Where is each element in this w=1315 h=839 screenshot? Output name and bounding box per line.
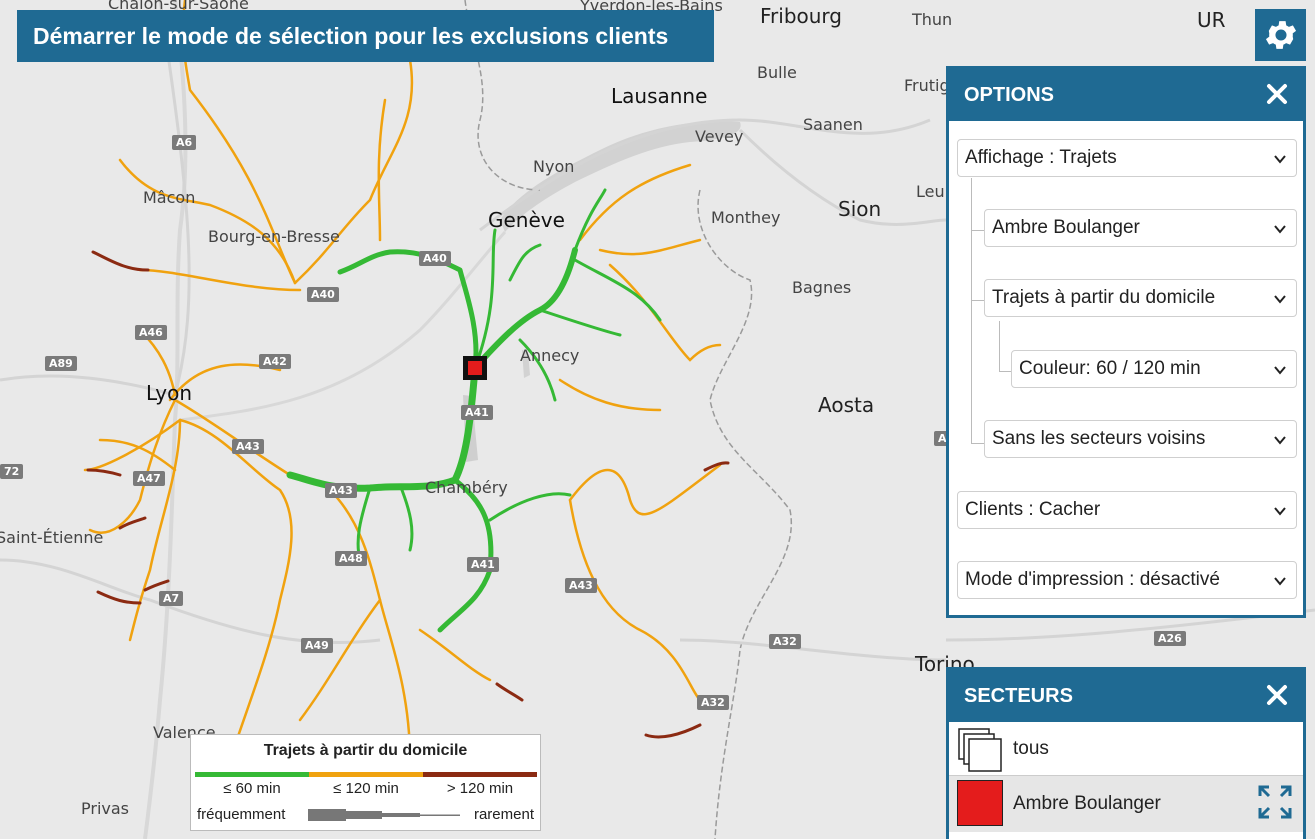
chevron-down-icon [1274, 577, 1286, 586]
sector-row[interactable]: Ambre Boulanger [949, 776, 1303, 832]
person-value: Ambre Boulanger [992, 217, 1140, 238]
road-shield: A47 [133, 471, 165, 486]
affichage-value: Affichage : Trajets [965, 147, 1117, 168]
city-label: Frutig [904, 76, 950, 95]
gear-icon [1265, 21, 1296, 49]
clients-value: Clients : Cacher [965, 499, 1101, 520]
sector-color-swatch [957, 780, 1003, 826]
trajets-select[interactable]: Trajets à partir du domicile [984, 279, 1297, 317]
couleur-value: Couleur: 60 / 120 min [1019, 358, 1201, 379]
legend-lt120: ≤ 120 min [333, 780, 399, 797]
clients-select[interactable]: Clients : Cacher [957, 491, 1297, 529]
road-shield: A48 [335, 551, 367, 566]
affichage-select[interactable]: Affichage : Trajets [957, 139, 1297, 177]
road-shield: A7 [159, 591, 184, 606]
legend-gt120: > 120 min [446, 780, 514, 797]
city-label: Chambéry [425, 478, 508, 497]
road-shield: A43 [565, 578, 597, 593]
exclusion-selection-button[interactable]: Démarrer le mode de sélection pour les e… [17, 10, 714, 62]
exclusion-selection-label: Démarrer le mode de sélection pour les e… [33, 22, 669, 49]
options-panel: OPTIONS Affichage : Trajets Ambre Boulan… [946, 66, 1306, 618]
road-shield: A32 [769, 634, 801, 649]
impression-select[interactable]: Mode d'impression : désactivé [957, 561, 1297, 599]
city-label: UR [1197, 8, 1226, 32]
impression-value: Mode d'impression : désactivé [965, 569, 1220, 590]
settings-button[interactable] [1255, 9, 1306, 61]
road-shield: A41 [461, 405, 493, 420]
city-label: Lyon [146, 381, 193, 405]
road-shield: A32 [697, 695, 729, 710]
chevron-down-icon [1274, 155, 1286, 164]
chevron-down-icon [1274, 507, 1286, 516]
couleur-select[interactable]: Couleur: 60 / 120 min [1011, 350, 1297, 388]
legend-lt60: ≤ 60 min [223, 780, 281, 797]
secteurs-title: SECTEURS [964, 684, 1073, 707]
options-title: OPTIONS [964, 83, 1055, 106]
city-label: Nyon [533, 157, 575, 176]
road-shield: A40 [307, 287, 339, 302]
trajets-value: Trajets à partir du domicile [992, 287, 1216, 308]
legend-title: Trajets à partir du domicile [263, 742, 468, 759]
sector-all-row[interactable]: tous [949, 723, 1303, 776]
legend-frequent: fréquemment [197, 806, 286, 823]
city-label: Bourg-en-Bresse [208, 227, 340, 246]
zoom-to-sector-icon[interactable] [1257, 784, 1293, 820]
road-shield: A43 [325, 483, 357, 498]
road-shield: A40 [419, 251, 451, 266]
legend-bar-orange [309, 772, 423, 777]
road-shield: A49 [301, 638, 333, 653]
road-shield: A43 [232, 439, 264, 454]
legend-rare: rarement [473, 806, 534, 823]
home-marker-fill [468, 361, 482, 375]
chevron-down-icon [1274, 366, 1286, 375]
map-legend: Trajets à partir du domicile ≤ 60 min ≤ … [190, 734, 541, 831]
road-shield: A89 [45, 356, 77, 371]
city-label: Privas [81, 799, 129, 818]
city-label: Lausanne [611, 84, 708, 108]
road-shield: A6 [172, 135, 197, 150]
secteurs-voisins-value: Sans les secteurs voisins [992, 428, 1206, 449]
city-label: Thun [912, 10, 953, 29]
chevron-down-icon [1274, 436, 1286, 445]
close-icon[interactable] [1265, 683, 1289, 707]
chevron-down-icon [1274, 295, 1286, 304]
frequency-scale [308, 809, 460, 821]
road-shield: A42 [259, 354, 291, 369]
city-label: Aosta [818, 393, 875, 417]
city-label: Annecy [520, 346, 580, 365]
city-label: Sion [838, 197, 882, 221]
secteurs-header: SECTEURS [949, 670, 1303, 722]
road-shield: A26 [1154, 631, 1186, 646]
legend-bar-red [423, 772, 537, 777]
secteurs-panel: SECTEURS tous Ambre Boulanger [946, 667, 1306, 839]
city-label: Leu [916, 182, 945, 201]
city-label: Fribourg [760, 4, 843, 28]
city-label: Monthey [711, 208, 781, 227]
sector-all-label: tous [1013, 738, 1049, 759]
city-label: Saint-Étienne [0, 528, 104, 547]
chevron-down-icon [1274, 225, 1286, 234]
city-label: Genève [488, 208, 565, 232]
close-icon[interactable] [1265, 82, 1289, 106]
options-header: OPTIONS [949, 69, 1303, 121]
legend-bar-green [195, 772, 309, 777]
city-label: Mâcon [143, 188, 196, 207]
city-label: Saanen [803, 115, 863, 134]
road-shield: A41 [467, 557, 499, 572]
person-select[interactable]: Ambre Boulanger [984, 209, 1297, 247]
city-label: Bulle [757, 63, 797, 82]
layers-icon [958, 728, 1002, 772]
road-shield: A46 [135, 325, 167, 340]
sector-name: Ambre Boulanger [1013, 793, 1161, 814]
city-label: Bagnes [792, 278, 852, 297]
road-shield: 72 [0, 464, 24, 479]
secteurs-voisins-select[interactable]: Sans les secteurs voisins [984, 420, 1297, 458]
city-label: Vevey [695, 127, 744, 146]
